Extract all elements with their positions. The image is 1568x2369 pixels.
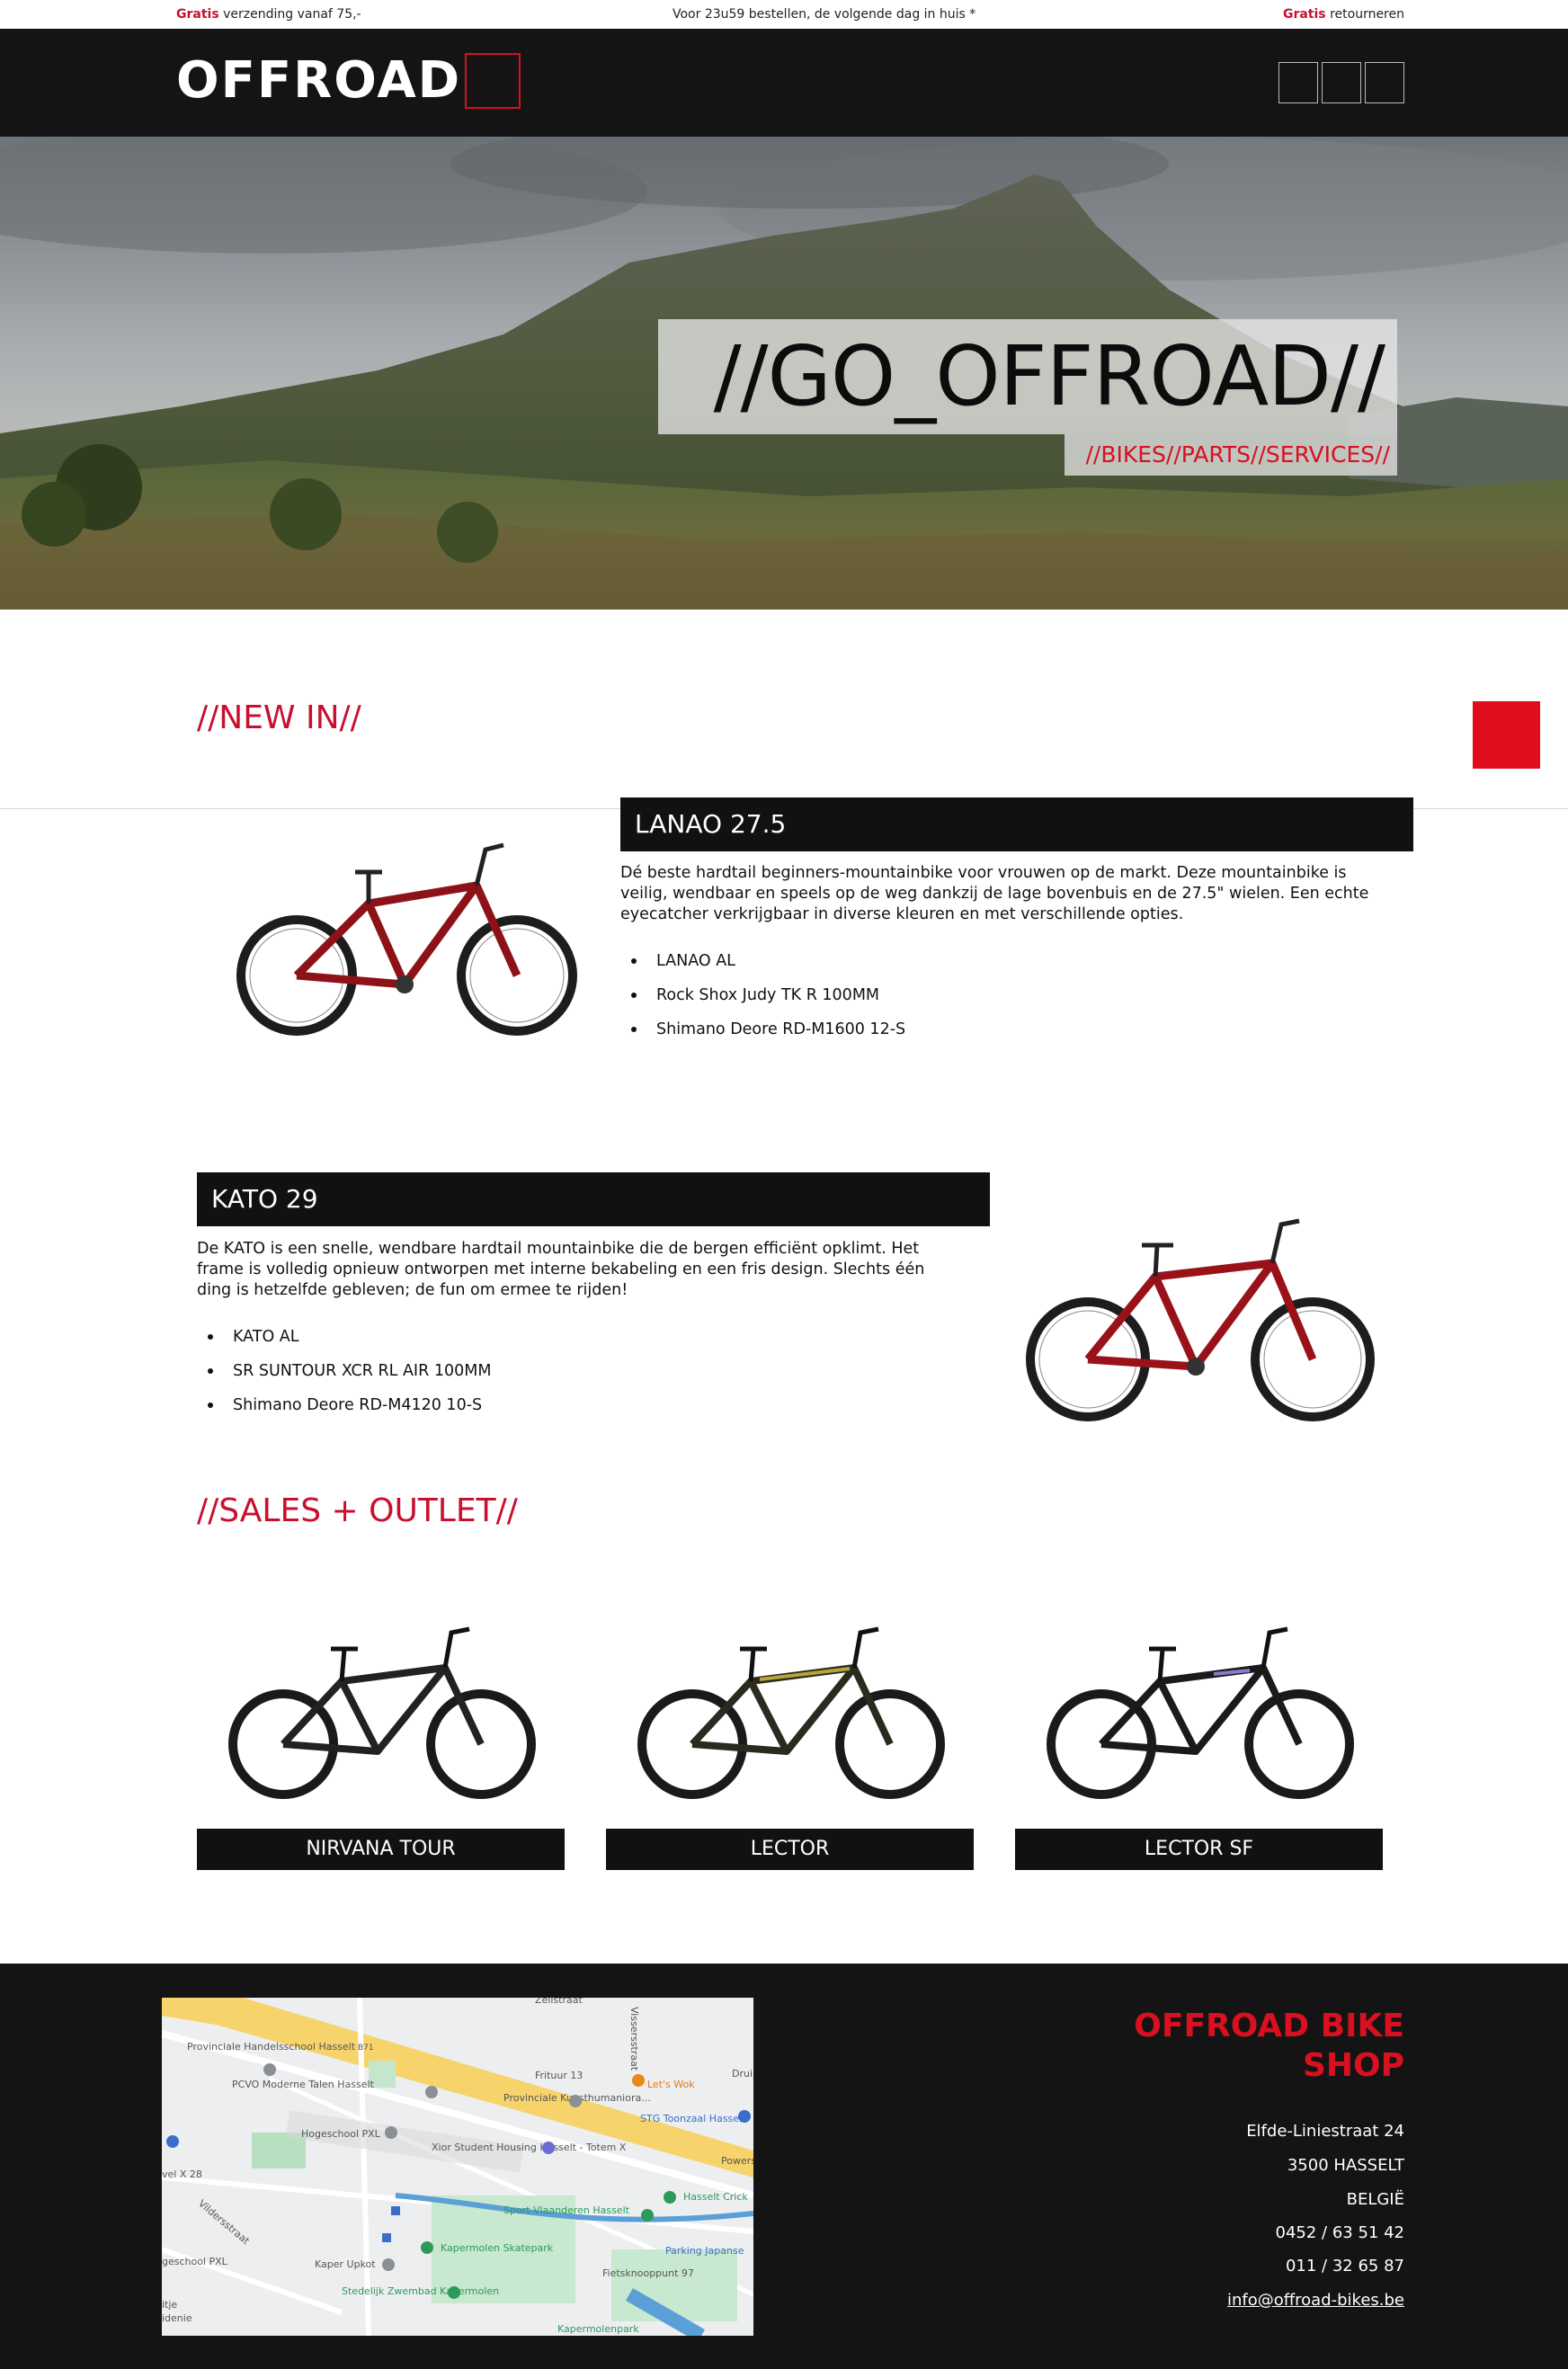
- map-label: Provinciale Handelsschool Hasselt: [187, 2041, 356, 2053]
- map-pin-icon[interactable]: [421, 2241, 433, 2254]
- map-label: PCVO Moderne Talen Hasselt: [232, 2079, 375, 2090]
- map-label: itje: [162, 2299, 177, 2311]
- lector-sf-bike-image[interactable]: [1034, 1618, 1367, 1807]
- map-label: idenie: [162, 2312, 192, 2324]
- logo-text: OFFROAD: [176, 51, 462, 110]
- email-link[interactable]: info@offroad-bikes.be: [1081, 2291, 1404, 2310]
- nirvana-tour-bike-image[interactable]: [216, 1618, 548, 1807]
- map-pin-icon[interactable]: [166, 2135, 179, 2148]
- map-label: Powers: [721, 2155, 753, 2167]
- map-label: Stedelijk Zwembad Kapermolen: [342, 2285, 499, 2297]
- top-info-bar: Gratis verzending vanaf 75,- Voor 23u59 …: [0, 0, 1568, 29]
- map-label: Fietsknooppunt 97: [602, 2267, 694, 2279]
- list-item: Rock Shox Judy TK R 100MM: [620, 978, 905, 1012]
- address-street: Elfde-Liniestraat 24: [1246, 2122, 1404, 2141]
- product-title-lanao[interactable]: LANAO 27.5: [620, 797, 1413, 851]
- bus-stop-icon: [391, 2206, 400, 2215]
- map-label: Frituur 13: [535, 2070, 583, 2081]
- map-pin-icon[interactable]: [738, 2110, 751, 2123]
- phone-number-1[interactable]: 0452 / 63 51 42: [1081, 2223, 1404, 2242]
- hero-title: //GO_OFFROAD//: [658, 319, 1397, 434]
- next-day-delivery-note: Voor 23u59 bestellen, de volgende dag in…: [673, 7, 976, 22]
- map-pin-icon[interactable]: [641, 2209, 654, 2222]
- map-pin-icon[interactable]: [263, 2063, 276, 2076]
- map-label: geschool PXL: [162, 2256, 228, 2267]
- map-label: Kapermolen Skatepark: [441, 2242, 554, 2254]
- logo-box-icon: [465, 53, 521, 109]
- map-label: Hogeschool PXL: [301, 2128, 381, 2140]
- map-pin-icon[interactable]: [448, 2286, 460, 2299]
- product-specs-kato: KATO AL SR SUNTOUR XCR RL AIR 100MM Shim…: [197, 1320, 491, 1422]
- sales-outlet-heading: //SALES + OUTLET//: [197, 1492, 518, 1529]
- product-description-kato: De KATO is een snelle, wendbare hardtail…: [197, 1240, 925, 1299]
- product-specs-lanao: LANAO AL Rock Shox Judy TK R 100MM Shima…: [620, 944, 905, 1046]
- shop-name: OFFROAD BIKE SHOP: [1134, 2008, 1404, 2084]
- list-item: Shimano Deore RD-M1600 12-S: [620, 1012, 905, 1046]
- map-pin-icon[interactable]: [385, 2126, 397, 2139]
- map-label: vel X 28: [162, 2169, 202, 2180]
- list-item: SR SUNTOUR XCR RL AIR 100MM: [197, 1354, 491, 1388]
- bus-stop-icon: [382, 2233, 391, 2242]
- list-item: LANAO AL: [620, 944, 905, 978]
- map-pin-icon[interactable]: [382, 2258, 395, 2271]
- map-label: Kaper Upkot: [315, 2258, 376, 2270]
- map-label: B71: [358, 2044, 374, 2053]
- account-icon[interactable]: [1278, 62, 1318, 103]
- map-label: Parking Japanse: [665, 2245, 744, 2257]
- map-label: Xior Student Housing Hasselt - Totem X: [432, 2142, 627, 2153]
- list-item: KATO AL: [197, 1320, 491, 1354]
- free-shipping-note: Gratis verzending vanaf 75,-: [176, 7, 361, 22]
- phone-number-2[interactable]: 011 / 32 65 87: [1081, 2257, 1404, 2275]
- hero-banner: //GO_OFFROAD// //BIKES//PARTS//SERVICES/…: [0, 137, 1568, 610]
- new-in-heading: //NEW IN//: [197, 699, 361, 736]
- logo[interactable]: OFFROAD: [176, 52, 521, 110]
- map-label: Kapermolenpark: [557, 2323, 639, 2335]
- sale-item-lector-sf[interactable]: LECTOR SF: [1015, 1829, 1383, 1870]
- map-pin-icon[interactable]: [664, 2191, 676, 2204]
- location-map[interactable]: Zeilstraat Provinciale Handelsschool Has…: [162, 1998, 753, 2336]
- sale-item-nirvana-tour[interactable]: NIRVANA TOUR: [197, 1829, 565, 1870]
- product-title-kato[interactable]: KATO 29: [197, 1172, 990, 1226]
- address-city: 3500 HASSELT: [1287, 2156, 1404, 2175]
- search-icon[interactable]: [1322, 62, 1361, 103]
- header-icon-group: [1278, 62, 1404, 103]
- map-label: Vissersstraat: [628, 2007, 640, 2071]
- map-label: Sport Vlaanderen Hasselt: [503, 2204, 630, 2216]
- product-description-lanao: Dé beste hardtail beginners-mountainbike…: [620, 864, 1369, 923]
- map-label: STG Toonzaal Hasselt: [640, 2113, 746, 2124]
- site-header: OFFROAD: [0, 29, 1568, 137]
- cart-icon[interactable]: [1365, 62, 1404, 103]
- kato-bike-image[interactable]: [1011, 1205, 1389, 1429]
- sale-item-lector[interactable]: LECTOR: [606, 1829, 974, 1870]
- map-label: Zeilstraat: [535, 1998, 583, 2006]
- list-item: Shimano Deore RD-M4120 10-S: [197, 1388, 491, 1422]
- lanao-bike-image[interactable]: [225, 832, 593, 1047]
- map-label: Drui: [732, 2068, 753, 2080]
- map-label: Hasselt Crick: [683, 2191, 748, 2203]
- map-pin-icon[interactable]: [425, 2086, 438, 2098]
- red-accent-square[interactable]: [1473, 701, 1540, 769]
- map-pin-icon[interactable]: [632, 2074, 645, 2087]
- map-label: Let's Wok: [647, 2079, 695, 2090]
- site-footer: Zeilstraat Provinciale Handelsschool Has…: [0, 1964, 1568, 2369]
- hero-subtitle[interactable]: //BIKES//PARTS//SERVICES//: [1065, 434, 1397, 476]
- map-graphic[interactable]: Zeilstraat Provinciale Handelsschool Has…: [162, 1998, 753, 2336]
- lector-bike-image[interactable]: [625, 1618, 958, 1807]
- free-returns-note: Gratis retourneren: [1282, 7, 1404, 22]
- address-country: BELGIË: [1346, 2190, 1404, 2209]
- map-pin-icon[interactable]: [569, 2095, 582, 2107]
- map-pin-icon[interactable]: [542, 2142, 555, 2154]
